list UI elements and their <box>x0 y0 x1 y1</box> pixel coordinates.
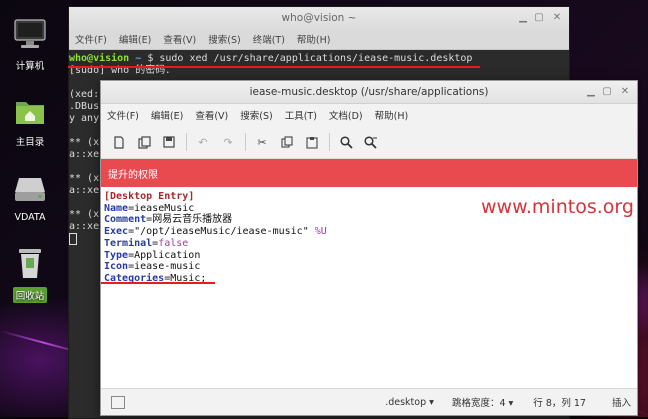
chevron-down-icon: ▾ <box>508 398 514 409</box>
content-highlight-underline <box>101 282 215 284</box>
editor-toolbar: ↶ ↷ ✂ <box>101 126 637 159</box>
code-key: Comment <box>104 214 147 226</box>
minimize-icon[interactable]: ▁ <box>517 12 529 24</box>
trash-icon <box>0 246 60 283</box>
menu-file[interactable]: 文件(F) <box>107 108 139 122</box>
maximize-icon[interactable]: ▢ <box>601 86 613 98</box>
watermark-text: www.mintos.org <box>481 196 634 218</box>
banner-text: 提升的权限 <box>108 169 158 181</box>
tab-width-selector[interactable]: 跳格宽度：4 ▾ <box>452 395 513 409</box>
desktop-icon-computer[interactable]: 计算机 <box>0 18 60 73</box>
insert-mode: 插入 <box>611 398 631 409</box>
code-value: Application <box>134 249 201 261</box>
menu-edit[interactable]: 编辑(E) <box>119 32 151 46</box>
toolbar-separator <box>245 133 246 151</box>
menu-file[interactable]: 文件(F) <box>75 32 107 46</box>
code-key: Exec <box>104 226 129 238</box>
code-value: false <box>158 237 189 249</box>
search-replace-icon[interactable] <box>361 132 381 152</box>
home-folder-icon <box>0 96 60 129</box>
side-panel-toggle-icon[interactable] <box>111 395 125 409</box>
desktop-icon-home[interactable]: 主目录 <box>0 96 60 149</box>
filetype-label: .desktop <box>385 396 427 408</box>
code-value: iease-music <box>134 261 201 273</box>
chevron-down-icon: ▾ <box>429 396 434 408</box>
open-document-icon[interactable] <box>134 132 154 152</box>
cut-icon[interactable]: ✂ <box>252 132 272 152</box>
maximize-icon[interactable]: ▢ <box>533 12 545 24</box>
section-header: [Desktop Entry] <box>104 191 195 202</box>
editor-title: iease-music.desktop (/usr/share/applicat… <box>249 86 489 98</box>
desktop-icon-label: VDATA <box>14 212 46 223</box>
menu-view[interactable]: 查看(V) <box>195 108 228 122</box>
cursor-position: 行 8，列 17 <box>533 398 586 409</box>
prompt-symbol: $ <box>147 53 154 64</box>
editor-menubar: 文件(F) 编辑(E) 查看(V) 搜索(S) 工具(T) 文档(D) 帮助(H… <box>101 104 637 126</box>
paste-icon[interactable] <box>302 132 322 152</box>
menu-terminal[interactable]: 终端(T) <box>253 32 285 46</box>
editor-window[interactable]: iease-music.desktop (/usr/share/applicat… <box>100 80 638 416</box>
menu-help[interactable]: 帮助(H) <box>297 32 331 46</box>
menu-edit[interactable]: 编辑(E) <box>151 108 183 122</box>
close-icon[interactable]: ✕ <box>551 12 563 24</box>
filetype-selector[interactable]: .desktop ▾ <box>385 397 434 408</box>
prompt-path: ~ <box>135 53 142 64</box>
code-line: Icon=iease-music <box>104 261 201 273</box>
code-key: Type <box>104 249 129 261</box>
menu-search[interactable]: 搜索(S) <box>208 32 240 46</box>
save-icon[interactable] <box>159 132 179 152</box>
minimize-icon[interactable]: ▁ <box>585 86 597 98</box>
code-value: ieaseMusic <box>134 202 195 214</box>
copy-icon[interactable] <box>277 132 297 152</box>
terminal-titlebar[interactable]: who@vision ~ ▁ ▢ ✕ <box>69 7 569 29</box>
computer-icon <box>0 18 60 53</box>
menu-tools[interactable]: 工具(T) <box>285 108 317 122</box>
command-highlight-underline <box>68 66 480 68</box>
editor-titlebar[interactable]: iease-music.desktop (/usr/share/applicat… <box>101 81 637 104</box>
search-icon[interactable] <box>336 132 356 152</box>
close-icon[interactable]: ✕ <box>619 86 631 98</box>
menu-search[interactable]: 搜索(S) <box>240 108 272 122</box>
elevated-privileges-banner: 提升的权限 <box>101 159 637 187</box>
terminal-cursor <box>69 233 77 245</box>
code-arg: %U <box>314 226 327 238</box>
code-key: Icon <box>104 261 129 273</box>
code-value: 网易云音乐播放器 <box>152 214 233 226</box>
code-line: Type=Application <box>104 249 201 261</box>
menu-view[interactable]: 查看(V) <box>163 32 196 46</box>
status-items: .desktop ▾ 跳格宽度：4 ▾ 行 8，列 17 插入 <box>385 395 637 410</box>
menu-help[interactable]: 帮助(H) <box>375 108 409 122</box>
code-key: Name <box>104 202 129 214</box>
toolbar-separator <box>329 133 330 151</box>
terminal-title: who@vision ~ <box>281 12 357 24</box>
desktop-icon-label: 回收站 <box>12 287 48 303</box>
terminal-prompt-line: who@vision ~ $ sudo xed /usr/share/appli… <box>69 53 569 65</box>
desktop-icon-trash[interactable]: 回收站 <box>0 246 60 303</box>
drive-icon <box>0 176 60 207</box>
code-line: Exec="/opt/ieaseMusic/iease-music" %U <box>104 226 327 238</box>
redo-icon[interactable]: ↷ <box>218 132 238 152</box>
code-value: "/opt/ieaseMusic/iease-music" <box>134 226 309 238</box>
undo-icon[interactable]: ↶ <box>193 132 213 152</box>
toolbar-separator <box>186 133 187 151</box>
code-line: Terminal=false <box>104 237 189 249</box>
prompt-user: who@vision <box>69 53 130 64</box>
desktop-icon-vdata[interactable]: VDATA <box>0 176 60 224</box>
terminal-menubar: 文件(F) 编辑(E) 查看(V) 搜索(S) 终端(T) 帮助(H) <box>69 29 569 50</box>
tab-width-label: 跳格宽度：4 <box>451 398 506 409</box>
code-key: Terminal <box>104 237 153 249</box>
terminal-command: sudo xed /usr/share/applications/iease-m… <box>159 53 473 64</box>
menu-documents[interactable]: 文档(D) <box>329 108 363 122</box>
desktop-icon-label: 主目录 <box>15 137 45 148</box>
desktop-icon-label: 计算机 <box>15 61 45 72</box>
new-document-icon[interactable] <box>109 132 129 152</box>
editor-statusbar: .desktop ▾ 跳格宽度：4 ▾ 行 8，列 17 插入 <box>101 388 637 415</box>
